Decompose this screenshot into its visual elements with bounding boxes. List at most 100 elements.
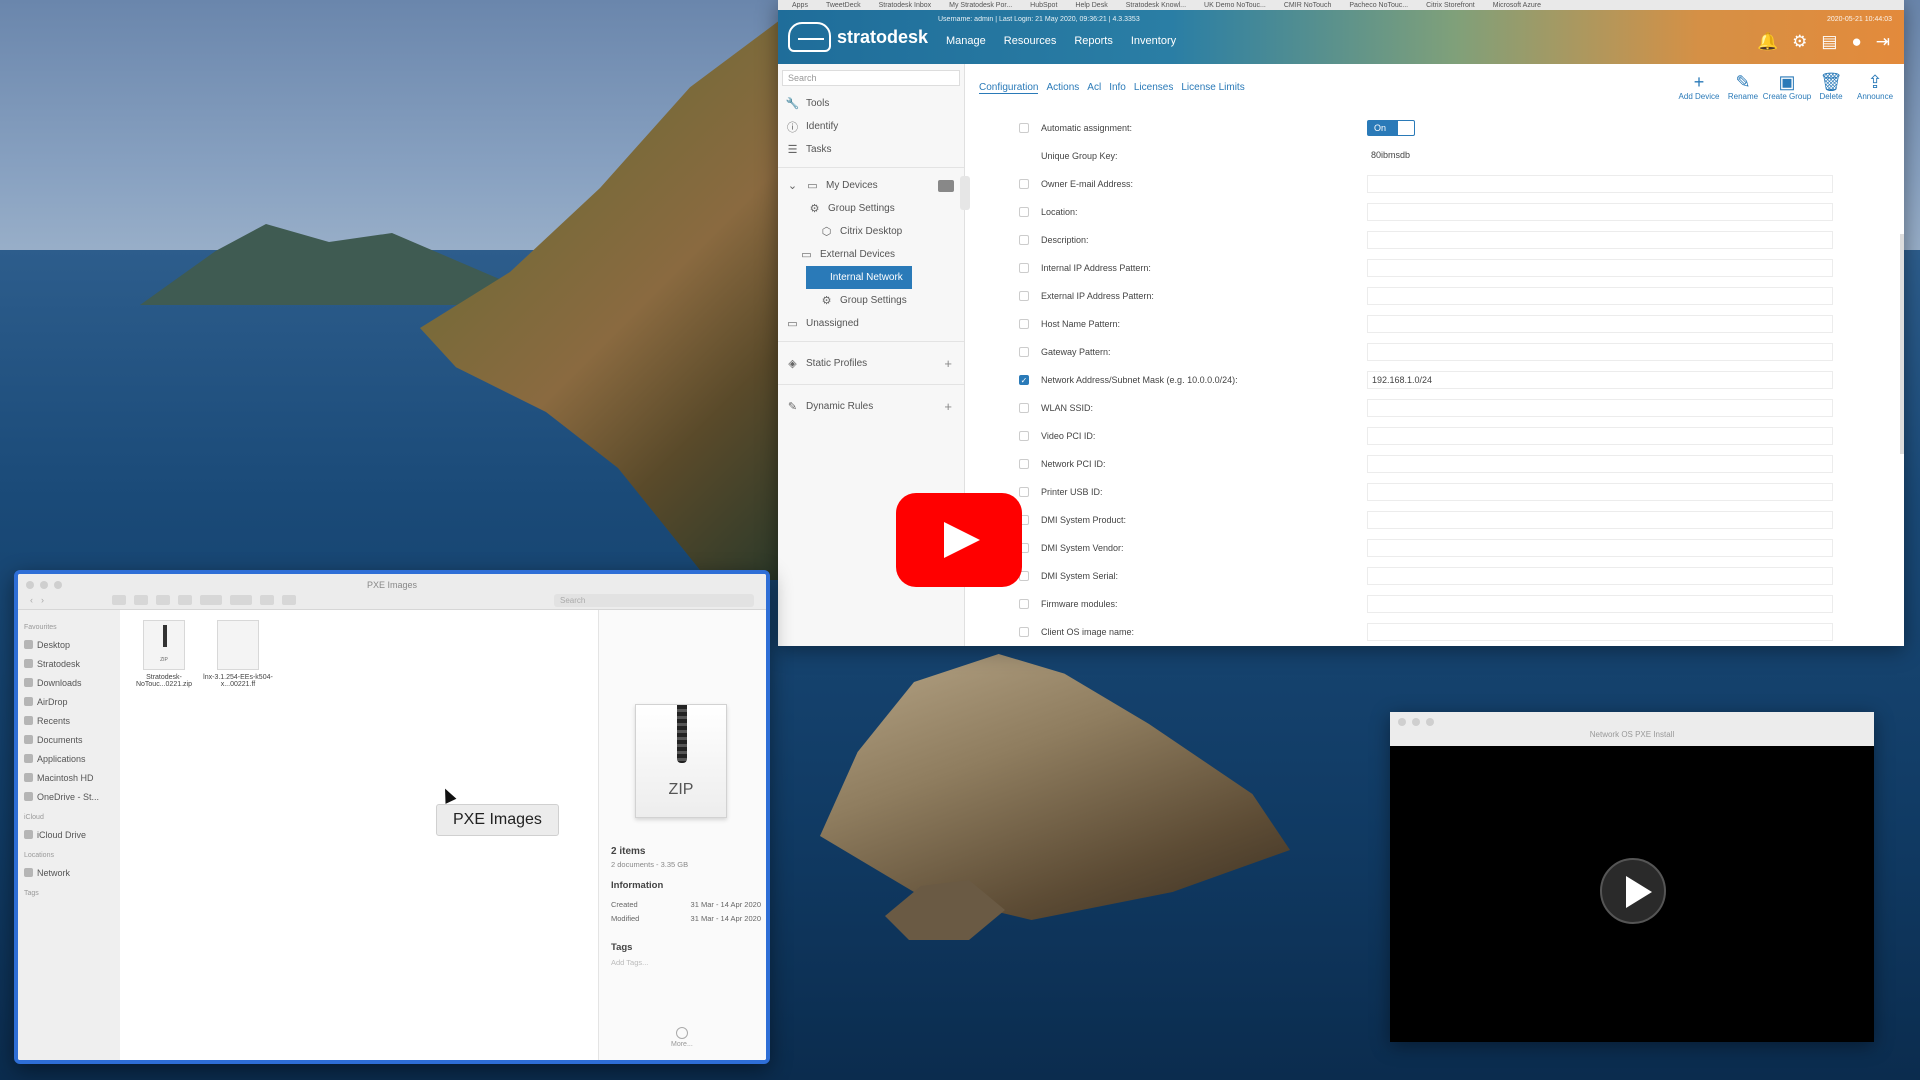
tree-item-group-settings-2[interactable]: ⚙ Group Settings xyxy=(778,289,964,312)
sidebar-item-tools[interactable]: 🔧 Tools xyxy=(778,92,964,115)
tab-acl[interactable]: Acl xyxy=(1087,82,1101,94)
add-icon[interactable]: + xyxy=(944,356,952,371)
tab-info[interactable]: Info xyxy=(1109,82,1126,94)
nav-reports[interactable]: Reports xyxy=(1074,35,1113,47)
minimize-button[interactable] xyxy=(1412,718,1420,726)
host-name-field[interactable] xyxy=(1367,315,1833,333)
add-tags-input[interactable]: Add Tags... xyxy=(611,958,648,967)
dmi-product-field[interactable] xyxy=(1367,511,1833,529)
list-view-button[interactable] xyxy=(134,595,148,605)
nav-resources[interactable]: Resources xyxy=(1004,35,1057,47)
bookmark[interactable]: HubSpot xyxy=(1030,2,1057,9)
checkbox[interactable] xyxy=(1019,459,1029,469)
file-item[interactable]: lnx-3.1.254-EEs-k504-x...00221.ff xyxy=(202,620,274,688)
sidebar-item-recents[interactable]: Recents xyxy=(24,711,120,730)
new-folder-icon[interactable] xyxy=(938,179,954,192)
gear-icon[interactable]: ⚙ xyxy=(1792,32,1807,52)
finder-search-input[interactable]: Search xyxy=(554,594,754,607)
checkbox[interactable] xyxy=(1019,291,1029,301)
bookmark[interactable]: UK Demo NoTouc... xyxy=(1204,2,1266,9)
bookmark[interactable]: Apps xyxy=(792,2,808,9)
bookmark[interactable]: Citrix Storefront xyxy=(1426,2,1475,9)
checkbox[interactable] xyxy=(1019,487,1029,497)
checkbox[interactable] xyxy=(1019,235,1029,245)
document-icon[interactable]: ▤ xyxy=(1821,32,1837,52)
tag-button[interactable] xyxy=(282,595,296,605)
location-field[interactable] xyxy=(1367,203,1833,221)
checkbox[interactable] xyxy=(1019,123,1029,133)
nav-manage[interactable]: Manage xyxy=(946,35,986,47)
column-view-button[interactable] xyxy=(156,595,170,605)
video-pci-field[interactable] xyxy=(1367,427,1833,445)
description-field[interactable] xyxy=(1367,231,1833,249)
checkbox[interactable] xyxy=(1019,347,1029,357)
internal-ip-field[interactable] xyxy=(1367,259,1833,277)
bookmark[interactable]: TweetDeck xyxy=(826,2,861,9)
youtube-play-button[interactable] xyxy=(896,493,1022,587)
tab-configuration[interactable]: Configuration xyxy=(979,82,1039,94)
bookmark[interactable]: Help Desk xyxy=(1075,2,1107,9)
checkbox-checked[interactable]: ✓ xyxy=(1019,375,1029,385)
sidebar-item-downloads[interactable]: Downloads xyxy=(24,673,120,692)
bookmark[interactable]: Microsoft Azure xyxy=(1493,2,1541,9)
sidebar-item-tasks[interactable]: ☰ Tasks xyxy=(778,138,964,161)
external-ip-field[interactable] xyxy=(1367,287,1833,305)
sidebar-item-identify[interactable]: ⓘ Identify xyxy=(778,115,964,138)
nav-inventory[interactable]: Inventory xyxy=(1131,35,1176,47)
logout-icon[interactable]: ⇥ xyxy=(1876,32,1890,52)
sidebar-item-icloud-drive[interactable]: iCloud Drive xyxy=(24,825,120,844)
checkbox[interactable] xyxy=(1019,403,1029,413)
rename-button[interactable]: ✎ Rename xyxy=(1724,72,1762,101)
firmware-field[interactable] xyxy=(1367,595,1833,613)
sidebar-item-static-profiles[interactable]: ◈ Static Profiles + xyxy=(778,348,964,378)
add-device-button[interactable]: + Add Device xyxy=(1679,72,1720,101)
bookmark[interactable]: Stratodesk Knowl... xyxy=(1126,2,1186,9)
tree-item-unassigned[interactable]: ▭ Unassigned xyxy=(778,312,964,335)
printer-usb-field[interactable] xyxy=(1367,483,1833,501)
create-group-button[interactable]: ▣ Create Group xyxy=(1763,72,1811,101)
sidebar-item-airdrop[interactable]: AirDrop xyxy=(24,692,120,711)
delete-button[interactable]: 🗑 Delete xyxy=(1812,72,1850,101)
zoom-button[interactable] xyxy=(1426,718,1434,726)
wlan-ssid-field[interactable] xyxy=(1367,399,1833,417)
sidebar-item-applications[interactable]: Applications xyxy=(24,749,120,768)
sidebar-item-network[interactable]: Network xyxy=(24,863,120,882)
network-subnet-field[interactable]: 192.168.1.0/24 xyxy=(1367,371,1833,389)
bell-icon[interactable]: 🔔 xyxy=(1757,32,1778,52)
bookmark[interactable]: CMIR NoTouch xyxy=(1284,2,1331,9)
tab-licenses[interactable]: Licenses xyxy=(1134,82,1173,94)
checkbox[interactable] xyxy=(1019,179,1029,189)
bookmark[interactable]: Pacheco NoTouc... xyxy=(1349,2,1408,9)
dmi-serial-field[interactable] xyxy=(1367,567,1833,585)
user-icon[interactable]: ● xyxy=(1851,32,1861,52)
sidebar-search-input[interactable]: Search xyxy=(782,70,960,86)
share-button[interactable] xyxy=(260,595,274,605)
stratodesk-logo[interactable]: stratodesk xyxy=(788,22,928,52)
sidebar-item-macintosh-hd[interactable]: Macintosh HD xyxy=(24,768,120,787)
add-icon[interactable]: + xyxy=(944,399,952,414)
bookmark[interactable]: My Stratodesk Por... xyxy=(949,2,1012,9)
close-button[interactable] xyxy=(1398,718,1406,726)
sidebar-item-onedrive[interactable]: OneDrive - St... xyxy=(24,787,120,806)
checkbox[interactable] xyxy=(1019,207,1029,217)
client-os-field[interactable] xyxy=(1367,623,1833,641)
tree-item-citrix-desktop[interactable]: ⬡ Citrix Desktop xyxy=(778,220,964,243)
gateway-field[interactable] xyxy=(1367,343,1833,361)
scrollbar[interactable] xyxy=(1900,234,1904,454)
icon-view-button[interactable] xyxy=(112,595,126,605)
bookmark[interactable]: Stratodesk Inbox xyxy=(879,2,932,9)
owner-email-field[interactable] xyxy=(1367,175,1833,193)
checkbox[interactable] xyxy=(1019,599,1029,609)
dmi-vendor-field[interactable] xyxy=(1367,539,1833,557)
checkbox[interactable] xyxy=(1019,431,1029,441)
group-button[interactable] xyxy=(200,595,222,605)
network-pci-field[interactable] xyxy=(1367,455,1833,473)
checkbox[interactable] xyxy=(1019,627,1029,637)
chevron-down-icon[interactable]: ⌄ xyxy=(786,179,799,192)
tree-item-external-devices[interactable]: ▭ External Devices xyxy=(778,243,964,266)
automatic-assignment-toggle[interactable]: On xyxy=(1367,120,1415,136)
tab-license-limits[interactable]: License Limits xyxy=(1181,82,1244,94)
player-play-button[interactable] xyxy=(1600,858,1666,924)
tree-item-group-settings[interactable]: ⚙ Group Settings xyxy=(778,197,964,220)
sidebar-item-desktop[interactable]: Desktop xyxy=(24,635,120,654)
